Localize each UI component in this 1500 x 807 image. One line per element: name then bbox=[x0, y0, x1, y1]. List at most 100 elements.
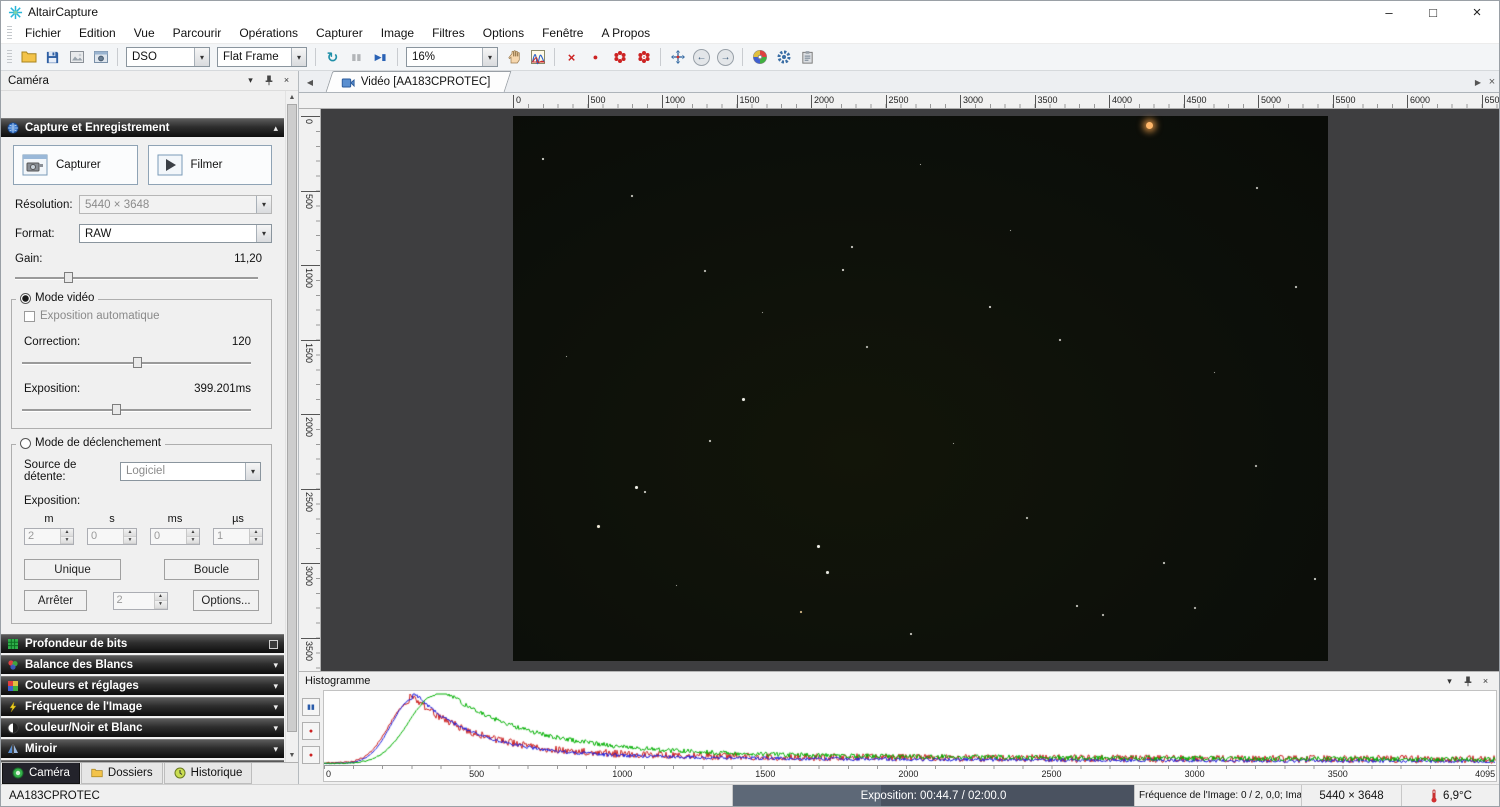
slider-thumb[interactable] bbox=[112, 404, 121, 415]
histogram-plot[interactable]: 05001000150020002500300035004095 bbox=[323, 690, 1497, 782]
histogram-marker1-button[interactable]: ● bbox=[302, 722, 320, 740]
menu-item[interactable]: Capturer bbox=[307, 23, 372, 43]
exposure-slider[interactable] bbox=[22, 403, 251, 416]
resolution-combobox[interactable]: 5440 × 3648▾ bbox=[79, 195, 272, 214]
video-document-tab[interactable]: Vidéo [AA183CPROTEC] bbox=[326, 71, 511, 92]
skip-to-end-button[interactable]: ▶▮ bbox=[369, 46, 392, 69]
trigger-source-combobox[interactable]: Logiciel▾ bbox=[120, 462, 261, 481]
spin-down-icon[interactable]: ▼ bbox=[61, 537, 73, 545]
spin-down-icon[interactable]: ▼ bbox=[155, 601, 167, 609]
section-colors-settings[interactable]: Couleurs et réglages ▾ bbox=[1, 676, 284, 695]
settings-button[interactable] bbox=[772, 46, 795, 69]
section-mirror[interactable]: Miroir ▾ bbox=[1, 739, 284, 758]
single-shot-button[interactable]: Unique bbox=[24, 559, 121, 580]
slider-thumb[interactable] bbox=[133, 357, 142, 368]
tab-camera[interactable]: Caméra bbox=[2, 763, 80, 784]
pan-tool-button[interactable] bbox=[502, 46, 525, 69]
pause-button[interactable]: ▮▮ bbox=[345, 46, 368, 69]
document-close-button[interactable]: × bbox=[1485, 72, 1499, 92]
slider-thumb[interactable] bbox=[64, 272, 73, 283]
maximize-button[interactable]: □ bbox=[1411, 1, 1455, 23]
menu-item[interactable]: Fichier bbox=[16, 23, 70, 43]
spin-up-icon[interactable]: ▲ bbox=[187, 529, 199, 537]
spin-down-icon[interactable]: ▼ bbox=[187, 537, 199, 545]
spin-down-icon[interactable]: ▼ bbox=[250, 537, 262, 545]
frame-type-combobox[interactable]: Flat Frame▾ bbox=[217, 47, 307, 67]
menu-item[interactable]: Image bbox=[372, 23, 423, 43]
histogram-pin-button[interactable] bbox=[1460, 674, 1475, 689]
spin-up-icon[interactable]: ▲ bbox=[61, 529, 73, 537]
snapshot-button[interactable] bbox=[89, 46, 112, 69]
menu-item[interactable]: Fenêtre bbox=[533, 23, 592, 43]
scroll-up-icon[interactable]: ▲ bbox=[286, 91, 298, 104]
menu-item[interactable]: Parcourir bbox=[164, 23, 231, 43]
menu-item[interactable]: Options bbox=[474, 23, 533, 43]
histogram-menu-button[interactable]: ▾ bbox=[1442, 674, 1457, 689]
pan-move-button[interactable] bbox=[666, 46, 689, 69]
hot-pixel-button[interactable]: ● bbox=[584, 46, 607, 69]
section-bit-depth[interactable]: Profondeur de bits bbox=[1, 634, 284, 653]
milliseconds-stepper[interactable]: 0▲▼ bbox=[150, 528, 200, 545]
save-button[interactable] bbox=[41, 46, 64, 69]
correction-slider[interactable] bbox=[22, 356, 251, 369]
mode-combobox[interactable]: DSO▾ bbox=[126, 47, 210, 67]
options-button[interactable]: Options... bbox=[193, 590, 259, 611]
auto-exposure-checkbox[interactable] bbox=[24, 311, 35, 322]
histogram-close-button[interactable]: × bbox=[1478, 674, 1493, 689]
minutes-stepper[interactable]: 2▲▼ bbox=[24, 528, 74, 545]
microseconds-stepper[interactable]: 1▲▼ bbox=[213, 528, 263, 545]
previous-frame-button[interactable]: ← bbox=[690, 46, 713, 69]
menu-item[interactable]: Opérations bbox=[230, 23, 307, 43]
tab-folders[interactable]: Dossiers bbox=[81, 763, 163, 784]
panel-close-button[interactable]: × bbox=[279, 73, 294, 88]
color-settings-button[interactable] bbox=[748, 46, 771, 69]
panel-scrollbar[interactable]: ▲ ▼ bbox=[285, 91, 298, 762]
format-combobox[interactable]: RAW▾ bbox=[79, 224, 272, 243]
browse-images-button[interactable] bbox=[65, 46, 88, 69]
spin-down-icon[interactable]: ▼ bbox=[124, 537, 136, 545]
section-frame-rate[interactable]: Fréquence de l'Image ▾ bbox=[1, 697, 284, 716]
open-folder-button[interactable] bbox=[17, 46, 40, 69]
menu-item[interactable]: Vue bbox=[125, 23, 164, 43]
histogram-channels-button[interactable]: ▮▮ bbox=[302, 698, 320, 716]
minimize-button[interactable]: – bbox=[1367, 1, 1411, 23]
close-button[interactable]: × bbox=[1455, 1, 1499, 23]
film-button[interactable]: Filmer bbox=[148, 145, 273, 185]
image-canvas-area[interactable] bbox=[321, 109, 1499, 671]
zoom-combobox[interactable]: 16%▾ bbox=[406, 47, 498, 67]
live-restart-button[interactable]: ↻ bbox=[321, 46, 344, 69]
histogram-marker2-button[interactable]: ● bbox=[302, 746, 320, 764]
spin-up-icon[interactable]: ▲ bbox=[155, 593, 167, 601]
gain-slider[interactable] bbox=[15, 271, 258, 284]
panel-pin-button[interactable] bbox=[261, 73, 276, 88]
scroll-down-icon[interactable]: ▼ bbox=[286, 749, 298, 762]
histogram-tool-button[interactable] bbox=[526, 46, 549, 69]
video-mode-radio[interactable] bbox=[20, 293, 31, 304]
seconds-stepper[interactable]: 0▲▼ bbox=[87, 528, 137, 545]
section-rotation[interactable]: Rotation ▾ bbox=[1, 760, 284, 762]
starfield-image[interactable] bbox=[513, 116, 1328, 661]
stop-button[interactable]: Arrêter bbox=[24, 590, 87, 611]
trigger-mode-radio[interactable] bbox=[20, 438, 31, 449]
section-color-bw[interactable]: Couleur/Noir et Blanc ▾ bbox=[1, 718, 284, 737]
spin-up-icon[interactable]: ▲ bbox=[124, 529, 136, 537]
tab-history[interactable]: Historique bbox=[164, 763, 253, 784]
section-white-balance[interactable]: Balance des Blancs ▾ bbox=[1, 655, 284, 674]
panel-menu-button[interactable]: ▾ bbox=[243, 73, 258, 88]
menu-item[interactable]: A Propos bbox=[592, 23, 659, 43]
loop-button[interactable]: Boucle bbox=[164, 559, 259, 580]
tab-scroll-left-button[interactable]: ◀ bbox=[303, 72, 317, 92]
menu-item[interactable]: Filtres bbox=[423, 23, 474, 43]
section-capture-recording[interactable]: Capture et Enregistrement ▴ bbox=[1, 118, 284, 137]
display-options-button[interactable] bbox=[796, 46, 819, 69]
next-frame-button[interactable]: → bbox=[714, 46, 737, 69]
tab-scroll-right-button[interactable]: ▶ bbox=[1471, 72, 1485, 92]
spin-up-icon[interactable]: ▲ bbox=[250, 529, 262, 537]
scrollbar-thumb[interactable] bbox=[287, 104, 297, 732]
menu-item[interactable]: Edition bbox=[70, 23, 125, 43]
dark-frame-remove-button[interactable]: × bbox=[560, 46, 583, 69]
hot-pixel-correction-button[interactable] bbox=[632, 46, 655, 69]
dead-pixel-correction-button[interactable] bbox=[608, 46, 631, 69]
count-stepper[interactable]: 2▲▼ bbox=[113, 592, 168, 610]
capture-button[interactable]: Capturer bbox=[13, 145, 138, 185]
